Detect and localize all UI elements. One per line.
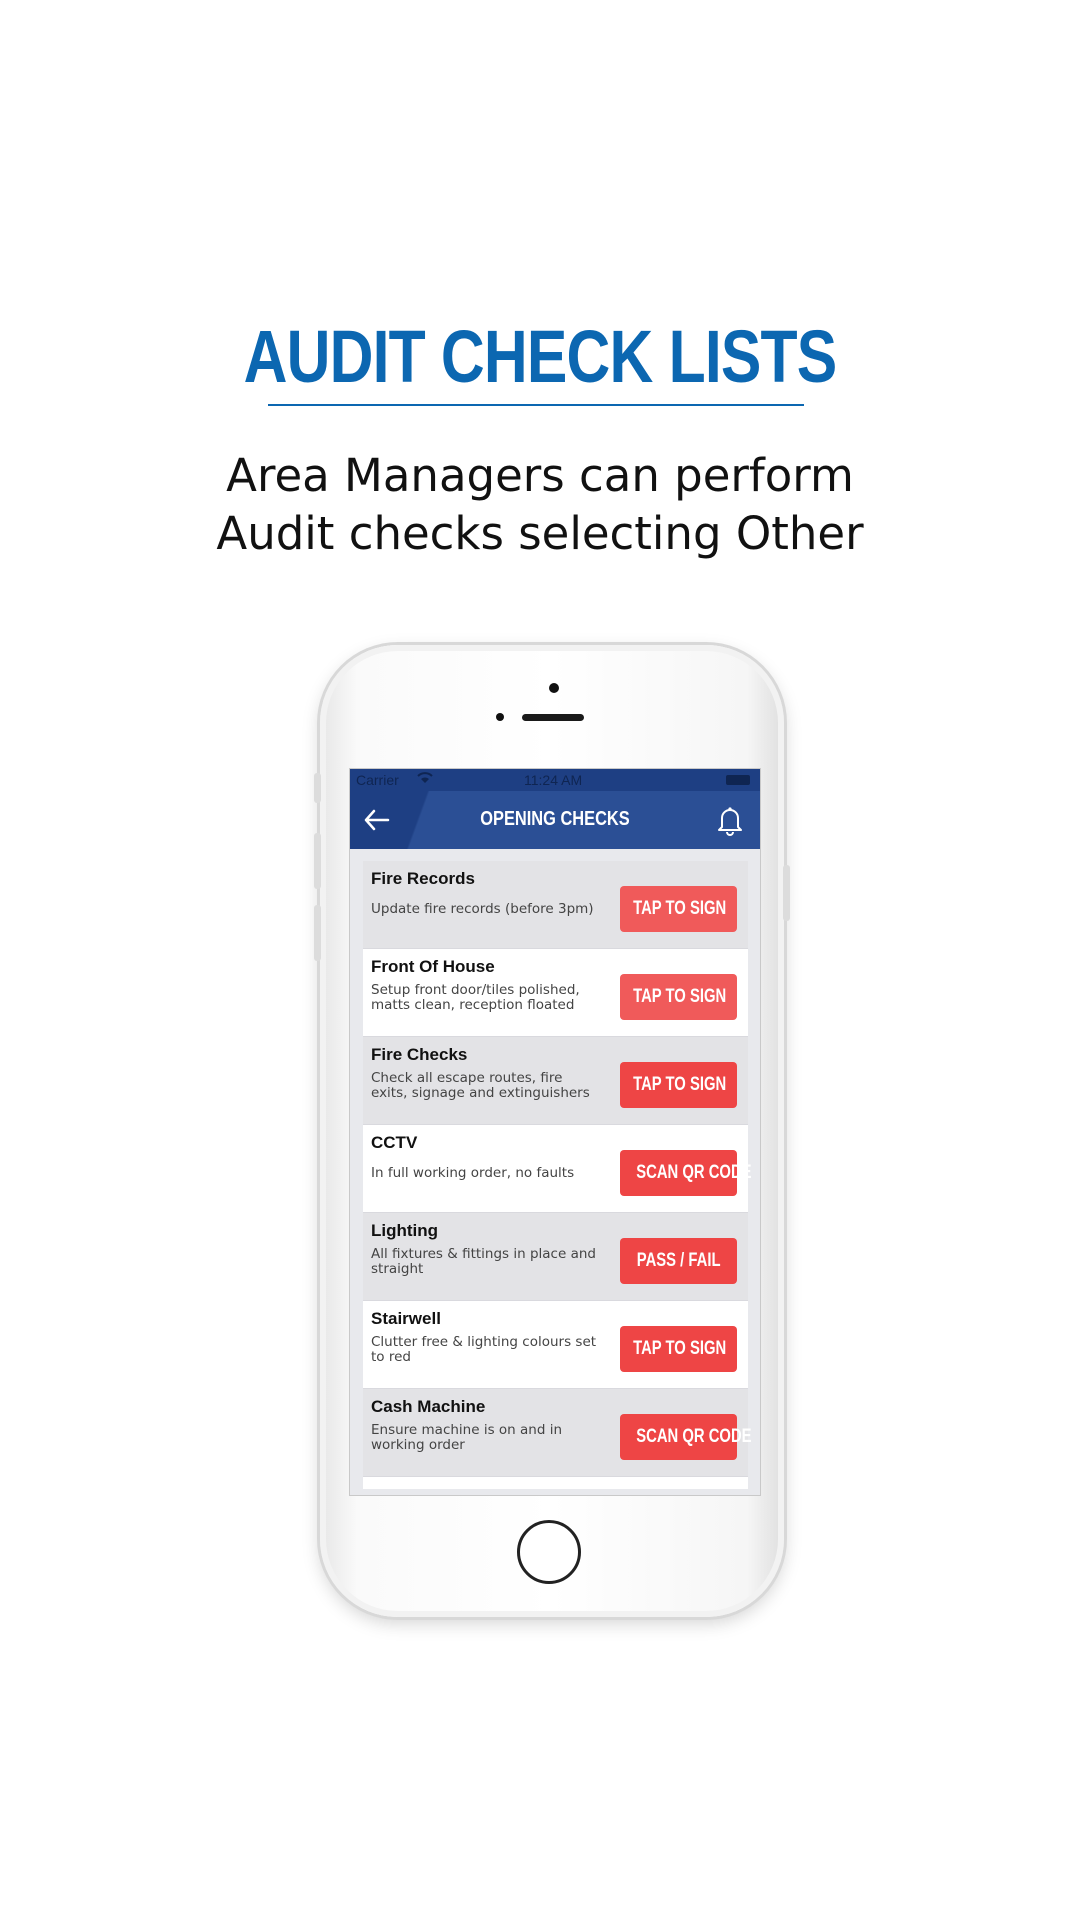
nav-title: OPENING CHECKS bbox=[480, 808, 630, 830]
pass-fail-button[interactable]: PASS / FAIL bbox=[620, 1238, 737, 1284]
tap-to-sign-button[interactable]: TAP TO SIGN bbox=[620, 1062, 737, 1108]
list-item: CCTV In full working order, no faults SC… bbox=[363, 1125, 752, 1213]
item-description: Ensure machine is on and in working orde… bbox=[371, 1422, 563, 1453]
button-label: TAP TO SIGN bbox=[633, 1338, 727, 1359]
tap-to-sign-button[interactable]: TAP TO SIGN bbox=[620, 1326, 737, 1372]
phone-screen: Carrier 11:24 AM OPENING CHECKS Fire Rec… bbox=[349, 768, 761, 1496]
phone-mockup: Carrier 11:24 AM OPENING CHECKS Fire Rec… bbox=[314, 645, 790, 1617]
tap-to-sign-button[interactable]: TAP TO SIGN bbox=[620, 974, 737, 1020]
subtitle-line-2: Audit checks selecting Other bbox=[216, 507, 864, 560]
item-description: Clutter free & lighting colours set to r… bbox=[371, 1334, 597, 1365]
phone-speaker bbox=[522, 714, 584, 721]
phone-camera bbox=[549, 683, 559, 693]
page-subtitle: Area Managers can perform Audit checks s… bbox=[0, 447, 1080, 563]
phone-volume-up bbox=[314, 833, 321, 889]
list-item: Lighting All fixtures & fittings in plac… bbox=[363, 1213, 748, 1301]
button-label: TAP TO SIGN bbox=[633, 1074, 727, 1095]
wifi-icon bbox=[416, 770, 434, 787]
bell-icon[interactable] bbox=[710, 801, 750, 839]
item-title: CCTV bbox=[371, 1133, 418, 1152]
item-title: Front Of House bbox=[371, 957, 495, 976]
button-label: SCAN QR CODE bbox=[636, 1162, 752, 1183]
item-description: In full working order, no faults bbox=[371, 1165, 575, 1181]
item-title: Cash Machine bbox=[371, 1397, 486, 1416]
list-item: Stairwell Clutter free & lighting colour… bbox=[363, 1301, 748, 1389]
list-item: Cash Machine Ensure machine is on and in… bbox=[363, 1389, 752, 1477]
item-description: All fixtures & fittings in place and str… bbox=[371, 1246, 596, 1277]
list-item: Fire Checks Check all escape routes, fir… bbox=[363, 1037, 748, 1125]
button-label: TAP TO SIGN bbox=[633, 898, 727, 919]
item-description: Update fire records (before 3pm) bbox=[371, 901, 594, 917]
carrier-label: Carrier bbox=[356, 772, 399, 788]
battery-icon bbox=[726, 775, 750, 785]
scan-qr-code-button[interactable]: SCAN QR CODE bbox=[620, 1150, 752, 1196]
list-end bbox=[363, 1477, 748, 1489]
phone-side-button bbox=[314, 773, 321, 803]
item-title: Fire Checks bbox=[371, 1045, 468, 1064]
home-button[interactable] bbox=[517, 1520, 581, 1584]
item-title: Fire Records bbox=[371, 869, 475, 888]
item-title: Lighting bbox=[371, 1221, 439, 1240]
status-bar: Carrier 11:24 AM bbox=[350, 769, 760, 791]
phone-volume-down bbox=[314, 905, 321, 961]
button-label: PASS / FAIL bbox=[636, 1250, 721, 1271]
button-label: TAP TO SIGN bbox=[633, 986, 727, 1007]
phone-sensor bbox=[496, 713, 504, 721]
list-item: Fire Records Update fire records (before… bbox=[363, 861, 748, 949]
scan-qr-code-button[interactable]: SCAN QR CODE bbox=[620, 1414, 752, 1460]
button-label: SCAN QR CODE bbox=[636, 1426, 752, 1447]
nav-bar: OPENING CHECKS bbox=[350, 791, 760, 849]
subtitle-line-1: Area Managers can perform bbox=[226, 449, 854, 502]
item-description: Check all escape routes, fire exits, sig… bbox=[371, 1070, 590, 1101]
phone-power-button bbox=[783, 865, 790, 921]
status-time: 11:24 AM bbox=[524, 772, 583, 788]
item-description: Setup front door/tiles polished, matts c… bbox=[371, 982, 580, 1013]
item-title: Stairwell bbox=[371, 1309, 441, 1328]
page-headline: AUDIT CHECK LISTS bbox=[243, 315, 838, 398]
tap-to-sign-button[interactable]: TAP TO SIGN bbox=[620, 886, 737, 932]
list-item: Front Of House Setup front door/tiles po… bbox=[363, 949, 748, 1037]
headline-underline bbox=[268, 404, 804, 406]
checklist: Fire Records Update fire records (before… bbox=[363, 861, 752, 1489]
